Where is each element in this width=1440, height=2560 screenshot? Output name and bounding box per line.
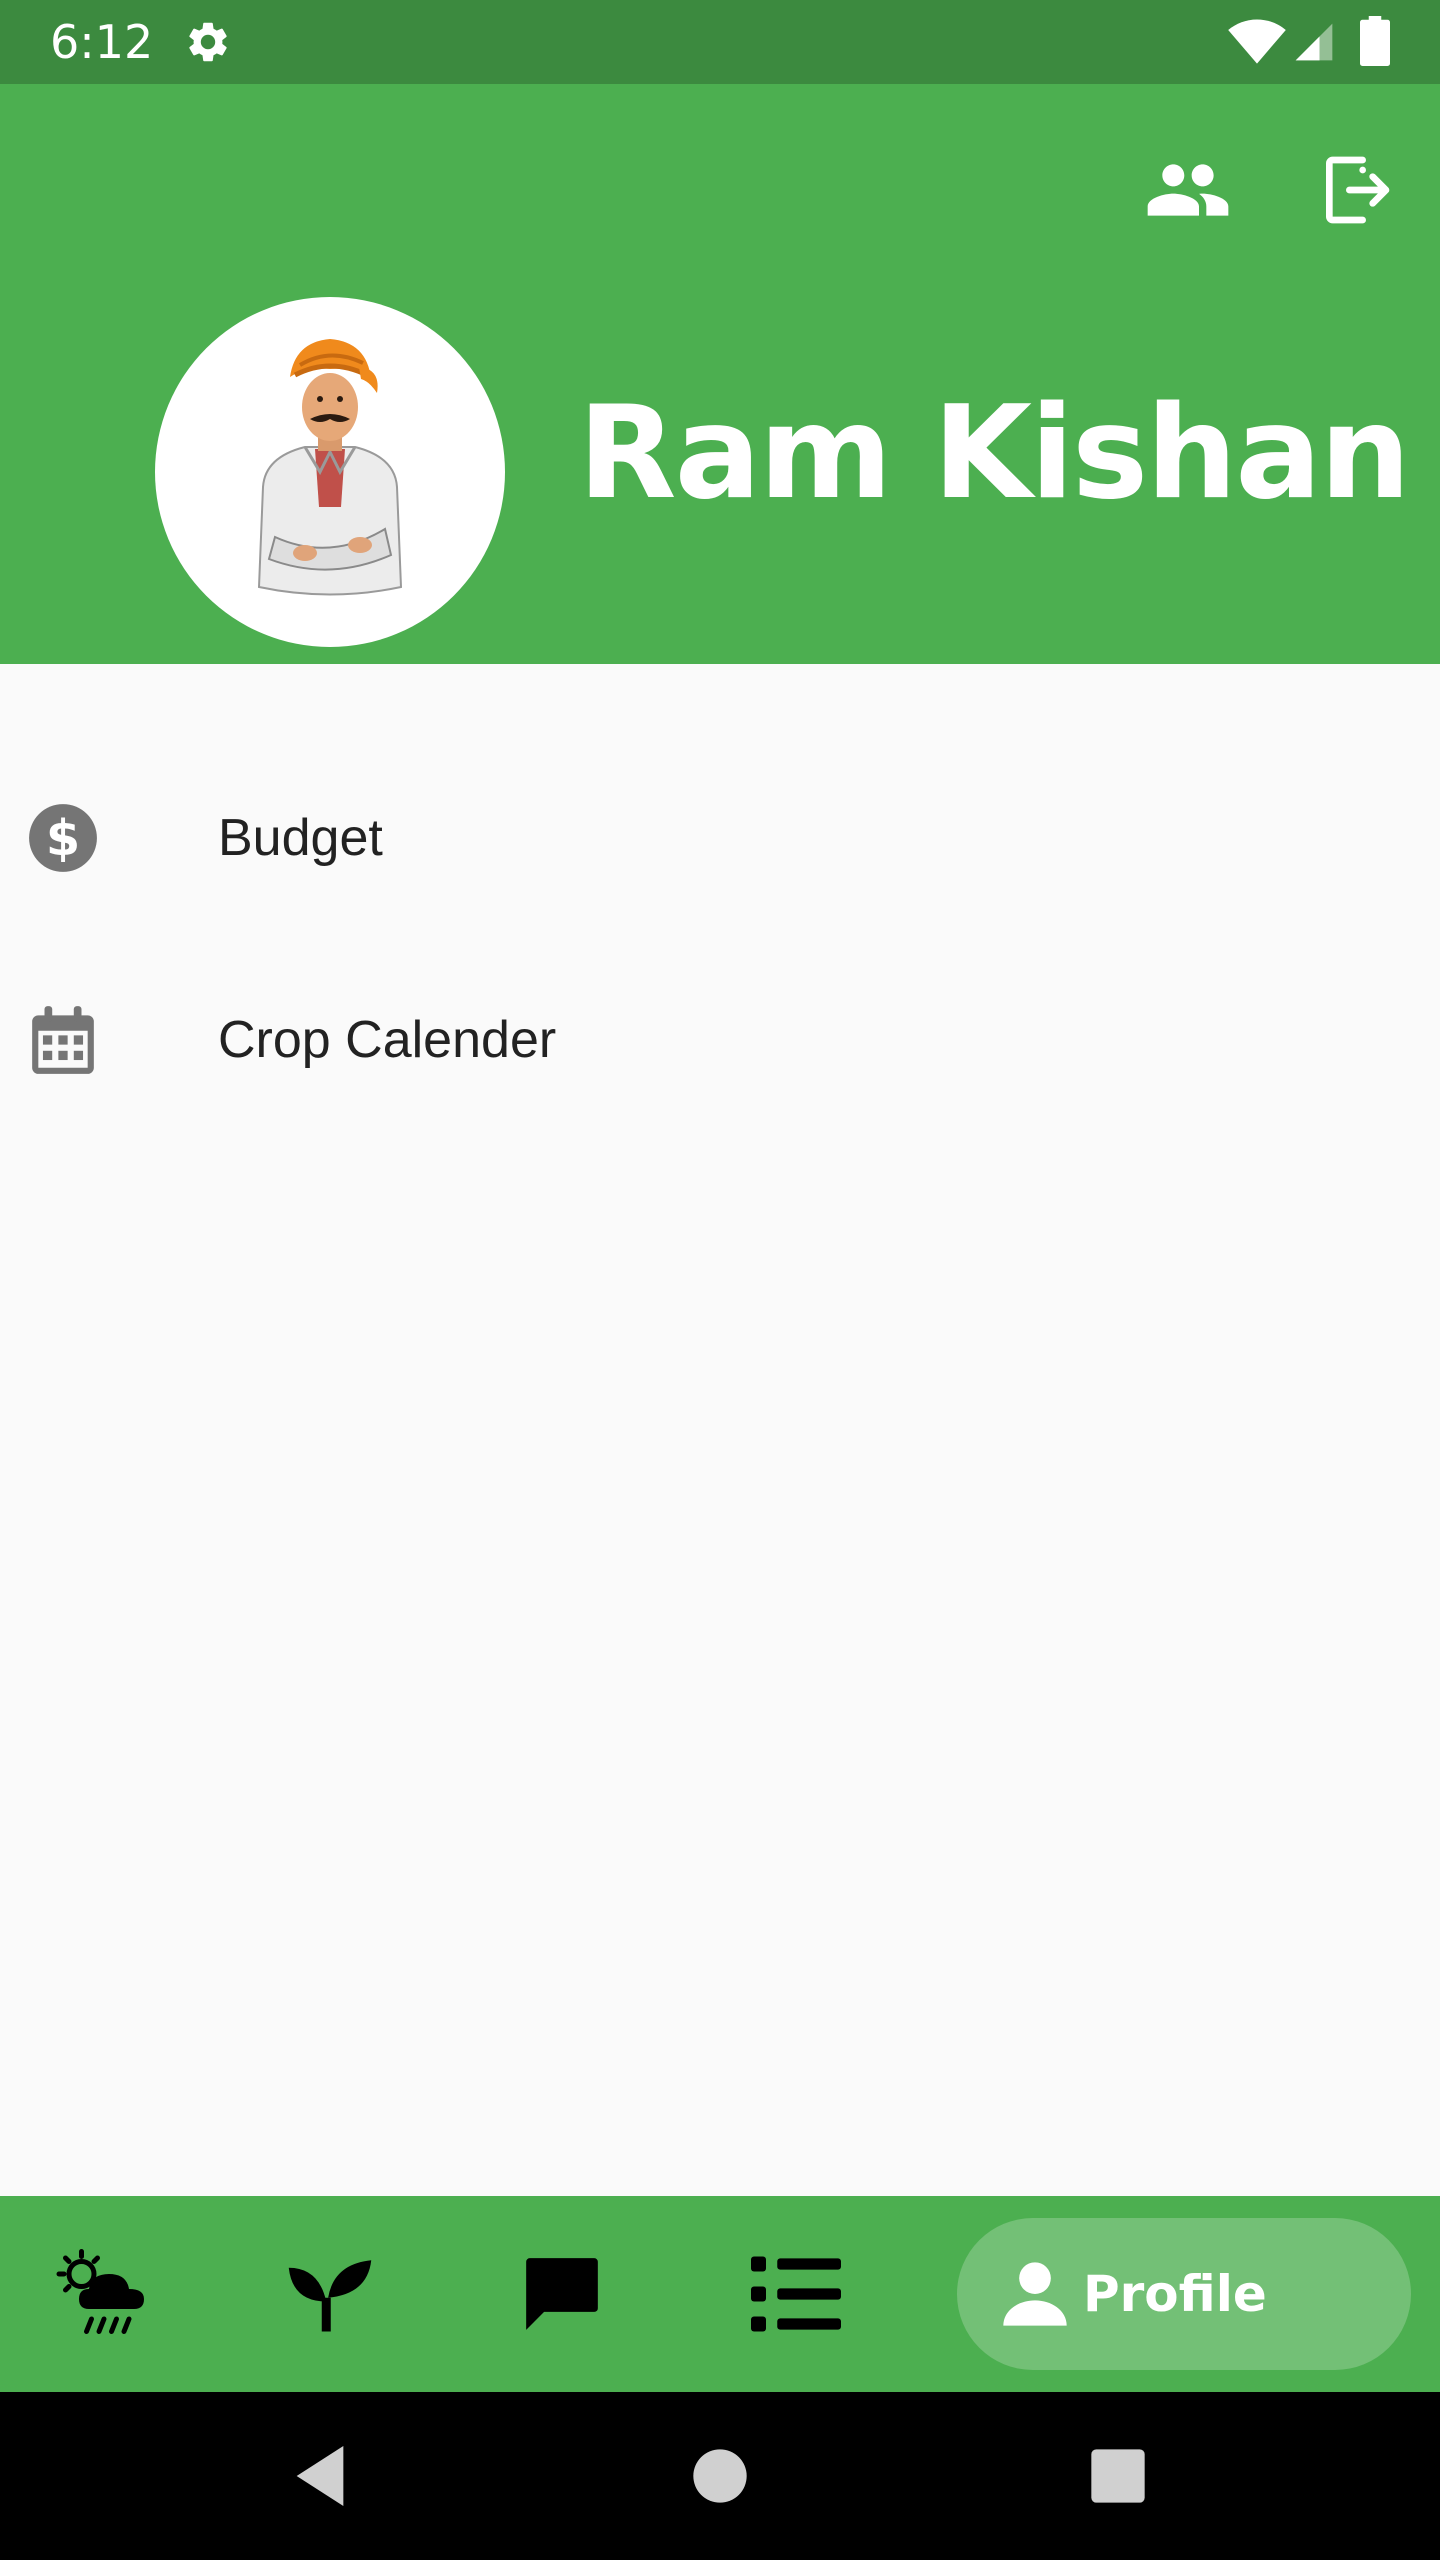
recent-apps-icon[interactable]: [1078, 2436, 1158, 2516]
group-button[interactable]: [1138, 140, 1238, 240]
battery-icon: [1360, 16, 1390, 66]
farmer-avatar-image: [257, 339, 403, 596]
calendar-icon: [32, 1006, 94, 1074]
nav-weather-button[interactable]: [44, 2196, 164, 2392]
svg-text:$: $: [46, 809, 80, 867]
dollar-circle-icon: $: [29, 804, 97, 872]
person-icon: [1003, 2262, 1067, 2326]
system-navigation-bar: [0, 2392, 1440, 2560]
sprout-icon: [288, 2260, 372, 2332]
status-time: 6:12: [50, 15, 154, 69]
list-icon: [751, 2256, 841, 2332]
bottom-navigation: Profile: [0, 2196, 1440, 2392]
nav-chat-button[interactable]: [502, 2196, 622, 2392]
back-icon[interactable]: [280, 2436, 360, 2516]
nav-list-button[interactable]: [736, 2196, 856, 2392]
settings-gear-icon: [189, 22, 227, 62]
menu-item-label: Budget: [218, 809, 383, 867]
home-icon[interactable]: [680, 2436, 760, 2516]
logout-button[interactable]: [1306, 140, 1406, 240]
nav-profile-button[interactable]: Profile: [957, 2218, 1411, 2370]
menu-item-budget[interactable]: $ Budget: [0, 738, 1440, 938]
weather-icon: [56, 2249, 144, 2334]
nav-profile-label: Profile: [1083, 2265, 1267, 2323]
profile-name: Ram Kishan: [578, 379, 1411, 528]
avatar: [155, 297, 505, 647]
chat-icon: [526, 2258, 598, 2330]
cell-signal-icon: [1295, 23, 1333, 61]
nav-crop-button[interactable]: [270, 2196, 390, 2392]
logout-icon: [1326, 156, 1390, 224]
group-icon: [1147, 164, 1229, 216]
status-bar: 6:12: [0, 0, 1440, 84]
wifi-icon: [1228, 19, 1286, 64]
menu-item-crop-calender[interactable]: Crop Calender: [0, 940, 1440, 1140]
menu-item-label: Crop Calender: [218, 1011, 557, 1069]
profile-header: Ram Kishan: [0, 84, 1440, 664]
